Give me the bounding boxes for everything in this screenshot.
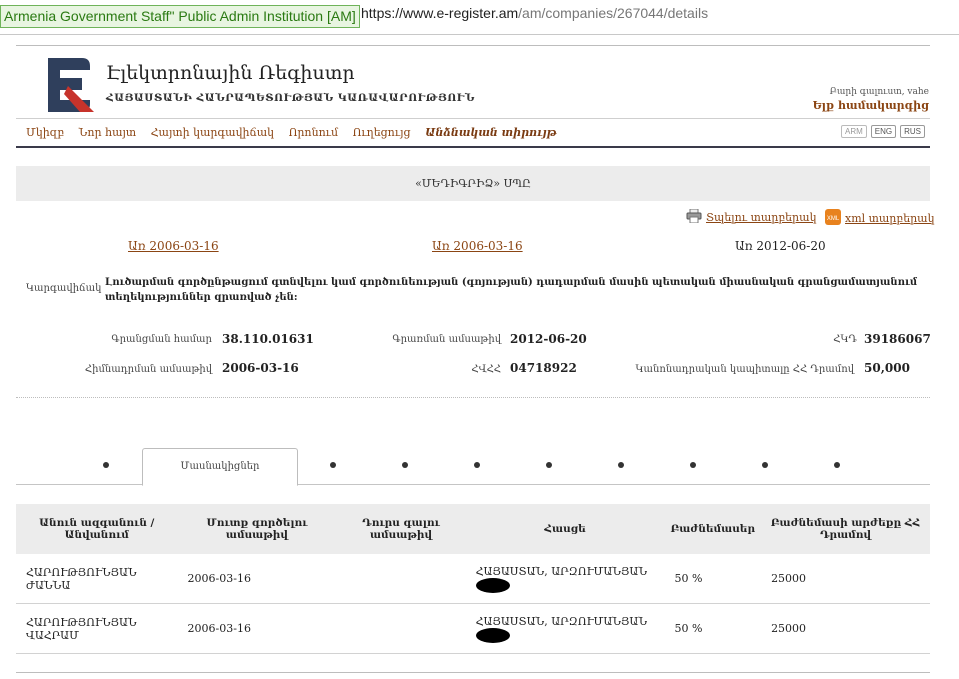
menu-new-application[interactable]: Նոր հայտ: [79, 126, 137, 139]
lang-rus-button[interactable]: RUS: [900, 125, 925, 138]
reg-date-value: 2012-06-20: [510, 332, 587, 346]
zkd-value: 39186067: [864, 332, 931, 346]
table-row: ՀԱՐՈՒԹՅՈՒՆՅԱՆ ՎԱՀՐԱՄ 2006-03-16 ՀԱՅԱՍՏԱՆ…: [16, 603, 930, 654]
cell-address-text: ՀԱՅԱՍՏԱՆ, ԱՐԶՈՒՄԱՆՅԱՆ: [475, 564, 648, 578]
e-register-logo[interactable]: [42, 56, 96, 118]
founding-date-label: Հիմնադրման ամսաթիվ: [84, 364, 212, 375]
tab-dot-8[interactable]: [762, 462, 768, 468]
logout-link[interactable]: Ելք համակարգից: [813, 99, 929, 112]
tab-dot-6[interactable]: [618, 462, 624, 468]
header-top-divider: [16, 45, 930, 46]
cell-share: 50 %: [664, 554, 762, 604]
history-date-link-1[interactable]: Առ 2006-03-16: [128, 239, 219, 253]
site-subtitle: ՀԱՅԱՍՏԱՆԻ ՀԱՆՐԱՊԵՏՈՒԹՅԱՆ ԿԱՌԱՎԱՐՈՒԹՅՈՒՆ: [106, 92, 475, 104]
tin-label: ՀՎՀՀ: [471, 364, 501, 375]
xml-icon-text: XML: [827, 216, 840, 222]
founding-date-value: 2006-03-16: [222, 361, 299, 375]
xml-version-label: xml տարբերակ: [845, 212, 935, 225]
ev-certificate-badge[interactable]: Armenia Government Staff" Public Admin I…: [0, 5, 360, 28]
menu-personal-area[interactable]: Անձնական տիրույթ: [425, 126, 556, 139]
capital-value: 50,000: [864, 361, 910, 375]
menu-home[interactable]: Մկիզբ: [26, 126, 64, 139]
url-field[interactable]: https://www.e-register.am/am/companies/2…: [361, 5, 708, 26]
site-title: Էլեկտրոնային Ռեգիստր: [106, 62, 355, 84]
lang-arm-button[interactable]: ARM: [840, 125, 867, 138]
cell-address: ՀԱՅԱՍՏԱՆ, ԱՐԶՈՒՄԱՆՅԱՆ: [465, 554, 665, 604]
tab-dot-4[interactable]: [474, 462, 480, 468]
footer-divider: [16, 672, 930, 673]
reg-number-label: Գրանցման համար: [111, 334, 212, 345]
print-version-label: Տպելու տարբերակ: [706, 211, 817, 224]
tab-dot-9[interactable]: [834, 462, 840, 468]
cell-address: ՀԱՅԱՍՏԱՆ, ԱՐԶՈՒՄԱՆՅԱՆ: [465, 603, 665, 654]
menu-application-status[interactable]: Հայտի կարգավիճակ: [151, 126, 274, 139]
xml-icon: XML: [825, 209, 841, 228]
history-date-link-2[interactable]: Առ 2006-03-16: [432, 239, 523, 253]
redaction-mark: [475, 627, 510, 643]
table-row: ՀԱՐՈՒԹՅՈՒՆՅԱՆ ԺԱՆՆԱ 2006-03-16 ՀԱՅԱՍՏԱՆ,…: [16, 554, 930, 604]
cell-share: 50 %: [664, 603, 762, 654]
fields-divider: [16, 397, 930, 398]
tab-dot-3[interactable]: [402, 462, 408, 468]
col-header-exit-date: Դուրս գալու ամսաթիվ: [336, 504, 466, 554]
address-bar[interactable]: Armenia Government Staff" Public Admin I…: [0, 0, 959, 35]
tab-dot-1[interactable]: [103, 462, 109, 468]
participants-table: Անուն ազգանուն / Անվանում Մուտք գործելու…: [16, 504, 930, 654]
menu-guide[interactable]: Ուղեցույց: [353, 126, 411, 139]
print-version-link[interactable]: Տպելու տարբերակ: [686, 208, 817, 226]
tin-value: 04718922: [510, 361, 577, 375]
reg-number-value: 38.110.01631: [222, 332, 314, 346]
tab-participants[interactable]: Մասնակիցներ: [142, 448, 298, 486]
tab-dot-2[interactable]: [330, 462, 336, 468]
lang-eng-button[interactable]: ENG: [870, 125, 897, 138]
tab-bar: Մասնակիցներ: [16, 448, 930, 486]
menu-top-divider: [16, 118, 930, 119]
col-header-address: Հասցե: [465, 504, 665, 554]
url-host: https://www.e-register.am: [361, 5, 519, 21]
col-header-name: Անուն ազգանուն / Անվանում: [16, 504, 178, 554]
table-header-row: Անուն ազգանուն / Անվանում Մուտք գործելու…: [16, 504, 930, 554]
cell-share-value: 25000: [761, 554, 930, 604]
tab-dot-5[interactable]: [546, 462, 552, 468]
col-header-share: Բաժնեմասեր: [664, 504, 762, 554]
main-menu: Մկիզբ Նոր հայտ Հայտի կարգավիճակ Որոնում …: [26, 126, 568, 139]
status-value: Լուծարման գործընթացում գտնվելու կամ գործ…: [105, 277, 918, 303]
cell-name: ՀԱՐՈՒԹՅՈՒՆՅԱՆ ԺԱՆՆԱ: [16, 554, 178, 604]
cell-address-text: ՀԱՅԱՍՏԱՆ, ԱՐԶՈՒՄԱՆՅԱՆ: [475, 614, 648, 628]
menu-bottom-divider: [16, 146, 930, 148]
col-header-share-value: Բաժնեմասի արժեքը ՀՀ Դրամով: [761, 504, 930, 554]
cell-share-value: 25000: [761, 603, 930, 654]
tab-dot-7[interactable]: [690, 462, 696, 468]
zkd-label: ՀԿԴ: [833, 334, 857, 345]
cell-exit-date: [336, 554, 466, 604]
redaction-mark: [475, 577, 510, 593]
xml-version-link[interactable]: XML xml տարբերակ: [825, 209, 935, 228]
printer-icon: [686, 208, 702, 226]
welcome-text: Բարի գալուստ, vahe: [829, 87, 929, 97]
status-label: Կարգավիճակ: [26, 283, 102, 294]
cell-entry-date: 2006-03-16: [177, 554, 337, 604]
url-path: /am/companies/267044/details: [518, 5, 709, 21]
menu-search[interactable]: Որոնում: [289, 126, 339, 139]
cell-name: ՀԱՐՈՒԹՅՈՒՆՅԱՆ ՎԱՀՐԱՄ: [16, 603, 178, 654]
capital-label: Կանոնադրական կապիտալը ՀՀ Դրամով: [635, 364, 854, 375]
language-switcher: ARM ENG RUS: [840, 125, 925, 138]
current-date: Առ 2012-06-20: [735, 239, 826, 253]
cell-exit-date: [336, 603, 466, 654]
reg-date-label: Գրառման ամսաթիվ: [392, 334, 501, 345]
col-header-entry-date: Մուտք գործելու ամսաթիվ: [177, 504, 337, 554]
cell-entry-date: 2006-03-16: [177, 603, 337, 654]
company-name: «ՄԵԴԻԳՐԻՁ» ՍՊԸ: [16, 166, 930, 201]
